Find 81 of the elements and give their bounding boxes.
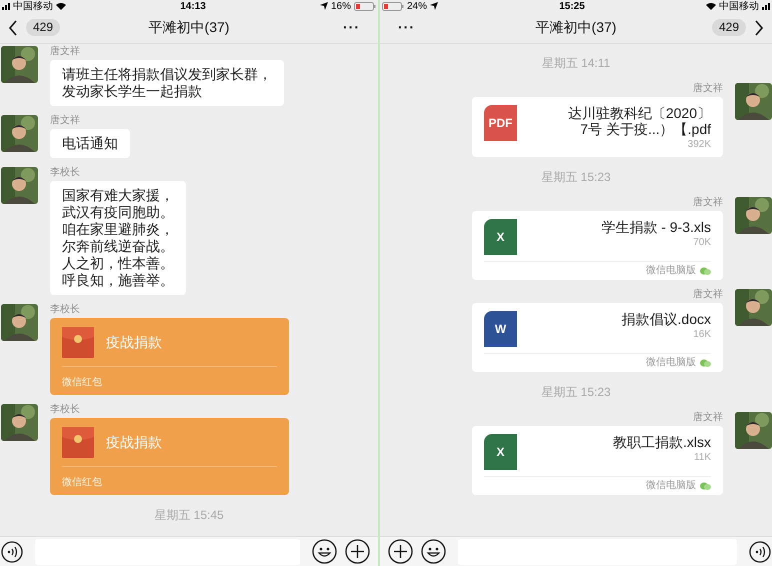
file-type-icon: PDF xyxy=(484,105,517,141)
sender-name: 唐文祥 xyxy=(50,115,80,126)
chat-app-icon xyxy=(700,267,711,275)
message-line: 武汉有疫同胞助。 xyxy=(62,204,174,221)
clock-time: 14:13 xyxy=(180,0,206,12)
signal-icon xyxy=(2,2,10,10)
message-line: 咱在家里避肺炎， xyxy=(62,221,174,238)
file-name: 达川驻教科纪〔2020〕 xyxy=(568,105,711,121)
more-button[interactable]: ··· xyxy=(398,17,415,38)
battery-icon xyxy=(382,2,404,10)
file-size: 11K xyxy=(694,452,711,464)
source-label: 微信电脑版 xyxy=(646,265,696,277)
more-button[interactable]: ··· xyxy=(343,17,360,38)
file-card[interactable]: PDF 达川驻教科纪〔2020〕 7号 关于疫...）【.pdf 392K xyxy=(472,97,723,157)
sender-name: 唐文祥 xyxy=(50,46,80,57)
message-line: 国家有难大家援， xyxy=(62,187,174,204)
back-icon[interactable] xyxy=(8,20,18,36)
sender-name: 李校长 xyxy=(50,404,80,415)
gift-title: 疫战捐款 xyxy=(106,333,162,352)
emoji-icon[interactable] xyxy=(312,539,337,564)
file-size: 16K xyxy=(693,329,711,341)
back-icon[interactable] xyxy=(754,20,764,36)
file-type-icon: X xyxy=(484,434,517,470)
voice-icon[interactable] xyxy=(749,540,771,562)
message-line: 请班主任将捐款倡议发到家长群， xyxy=(62,66,272,83)
chat-title: 平滩初中(37) xyxy=(148,18,230,37)
timestamp: 星期五 15:45 xyxy=(154,508,224,522)
message-line: 呼良知，施善举。 xyxy=(62,272,174,289)
battery-percent: 16% xyxy=(330,0,351,12)
clock-time: 15:25 xyxy=(559,0,585,12)
sender-name: 唐文祥 xyxy=(693,289,723,300)
location-icon xyxy=(430,2,438,10)
file-name: 7号 关于疫...）【.pdf xyxy=(580,121,711,137)
voice-icon[interactable] xyxy=(1,540,23,562)
battery-percent: 24% xyxy=(407,0,428,12)
gift-label: 微信红包 xyxy=(62,477,102,488)
signal-icon xyxy=(762,2,770,10)
location-icon xyxy=(320,2,328,10)
file-type-icon: W xyxy=(484,311,517,347)
emoji-icon[interactable] xyxy=(421,539,446,564)
file-name: 教职工捐款.xlsx xyxy=(613,434,711,450)
timestamp: 星期五 15:23 xyxy=(541,170,611,184)
message-line: 电话通知 xyxy=(62,135,118,152)
plus-icon[interactable] xyxy=(345,539,370,564)
message-line: 人之初，性本善。 xyxy=(62,255,174,272)
file-name: 学生捐款 - 9-3.xls xyxy=(601,219,711,235)
file-card[interactable]: X 教职工捐款.xlsx 11K 微信电脑版 xyxy=(472,426,723,495)
message-line: 尔奔前线逆奋战。 xyxy=(62,238,174,255)
envelope-icon xyxy=(62,427,94,458)
chat-app-icon xyxy=(700,482,711,490)
wifi-icon xyxy=(56,2,66,10)
file-size: 392K xyxy=(688,139,711,151)
chat-app-icon xyxy=(700,359,711,367)
source-label: 微信电脑版 xyxy=(646,480,696,492)
message-input[interactable] xyxy=(458,538,737,564)
envelope-icon xyxy=(62,327,94,358)
sender-name: 李校长 xyxy=(50,304,80,315)
sender-name: 唐文祥 xyxy=(693,412,723,423)
unread-count[interactable]: 429 xyxy=(712,19,746,36)
chat-title: 平滩初中(37) xyxy=(536,18,616,37)
file-size: 70K xyxy=(693,237,711,249)
wifi-icon xyxy=(706,2,716,10)
sender-name: 李校长 xyxy=(50,167,80,178)
battery-icon xyxy=(354,2,376,10)
file-type-icon: X xyxy=(484,219,517,255)
file-card[interactable]: W 捐款倡议.docx 16K 微信电脑版 xyxy=(472,303,723,372)
message-input[interactable] xyxy=(35,538,300,564)
gift-label: 微信红包 xyxy=(62,377,102,388)
source-label: 微信电脑版 xyxy=(646,357,696,369)
file-name: 捐款倡议.docx xyxy=(622,311,711,327)
timestamp: 星期五 15:23 xyxy=(541,385,611,399)
carrier-name: 中国移动 xyxy=(13,0,53,12)
unread-count[interactable]: 429 xyxy=(26,19,60,36)
file-card[interactable]: X 学生捐款 - 9-3.xls 70K 微信电脑版 xyxy=(472,211,723,280)
gift-title: 疫战捐款 xyxy=(106,433,162,452)
plus-icon[interactable] xyxy=(388,539,413,564)
timestamp: 星期五 14:11 xyxy=(542,56,610,70)
sender-name: 唐文祥 xyxy=(693,197,723,208)
message-line: 发动家长学生一起捐款 xyxy=(62,83,203,100)
carrier-name: 中国移动 xyxy=(719,0,759,12)
sender-name: 唐文祥 xyxy=(693,83,723,94)
